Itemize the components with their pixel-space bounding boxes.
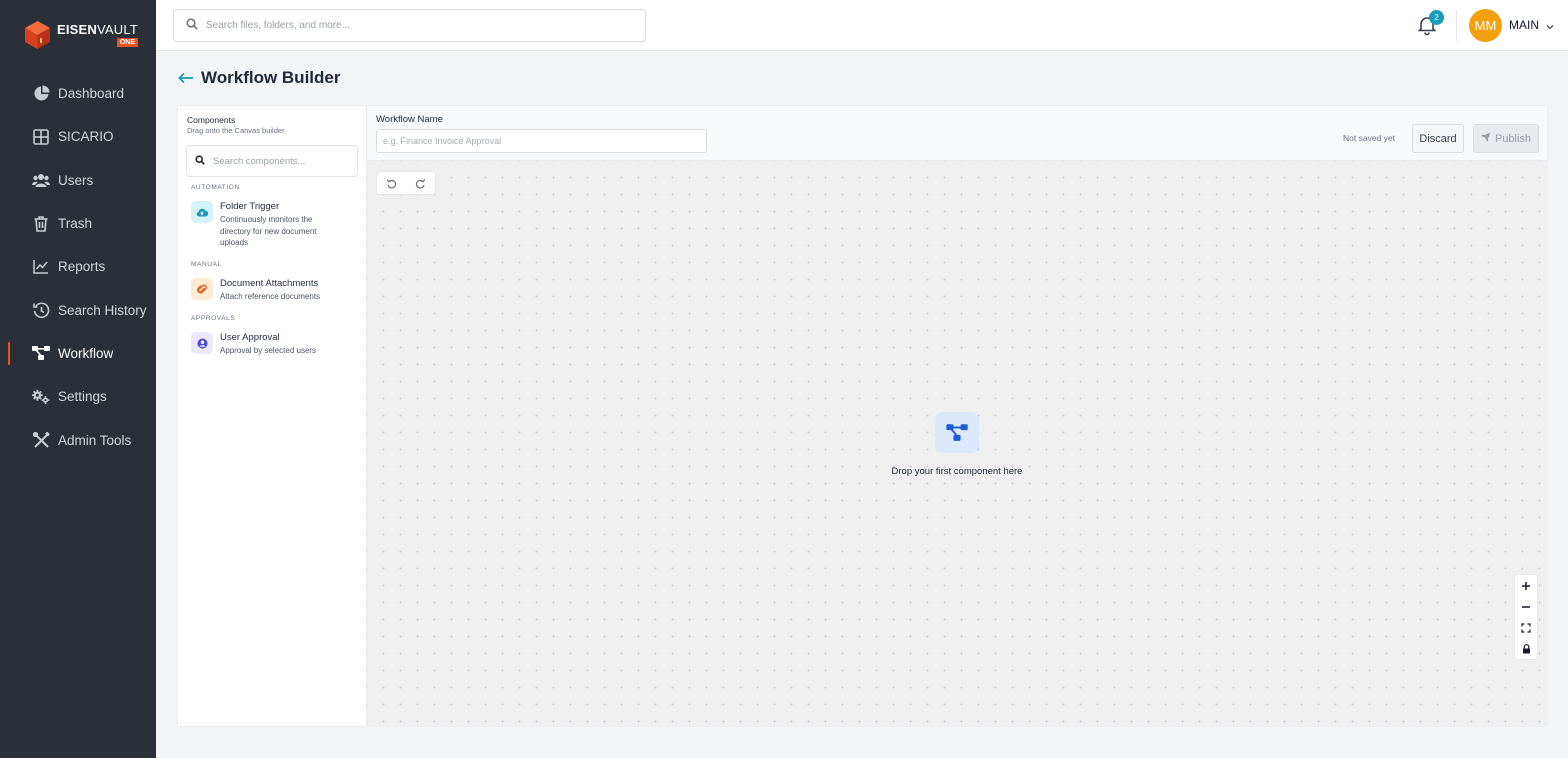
page-header: Workflow Builder — [177, 68, 340, 88]
sidebar-item-search-history[interactable]: Search History — [0, 288, 156, 331]
undo-icon[interactable] — [385, 176, 399, 190]
sidebar-item-dashboard[interactable]: Dashboard — [0, 72, 156, 115]
workflow-name-input[interactable] — [376, 129, 707, 153]
palette-subtitle: Drag onto the Canvas builder — [187, 126, 285, 135]
sidebar-item-label: Users — [58, 172, 94, 188]
fit-view-icon[interactable] — [1515, 617, 1537, 638]
search-icon — [195, 152, 205, 170]
component-name: User Approval — [220, 332, 280, 343]
notification-badge: 2 — [1429, 10, 1444, 25]
workflow-header: Workflow Name Not saved yet Discard Publ… — [367, 106, 1547, 161]
sidebar: EISENVAULT ONE Dashboard SICARIO Users T… — [0, 0, 156, 758]
logo-cube-icon — [25, 21, 50, 49]
lock-icon[interactable] — [1515, 638, 1537, 659]
search-icon — [186, 17, 198, 35]
canvas-area: Workflow Name Not saved yet Discard Publ… — [367, 106, 1547, 726]
workflow-canvas[interactable]: Drop your first component here — [367, 161, 1547, 726]
component-search-input[interactable] — [213, 155, 353, 167]
discard-button[interactable]: Discard — [1412, 124, 1464, 153]
workflow-icon — [32, 344, 50, 362]
rocket-icon — [1481, 132, 1491, 145]
back-arrow-icon[interactable] — [177, 69, 195, 87]
group-label-manual: MANUAL — [191, 261, 222, 268]
sidebar-item-settings[interactable]: Settings — [0, 375, 156, 418]
sidebar-item-trash[interactable]: Trash — [0, 202, 156, 245]
line-chart-icon — [32, 258, 50, 276]
sidebar-item-label: Search History — [58, 302, 147, 318]
sidebar-item-label: Trash — [58, 216, 93, 232]
redo-icon[interactable] — [414, 176, 428, 190]
component-search[interactable] — [186, 145, 358, 177]
topbar: 2 MM MAIN — [156, 0, 1568, 51]
sidebar-item-users[interactable]: Users — [0, 159, 156, 202]
sidebar-item-label: Workflow — [58, 345, 114, 361]
workflow-name-label: Workflow Name — [376, 114, 443, 125]
sidebar-item-workflow[interactable]: Workflow — [0, 332, 156, 375]
brand-logo[interactable]: EISENVAULT ONE — [24, 20, 138, 50]
sidebar-item-admin-tools[interactable]: Admin Tools — [0, 418, 156, 461]
component-folder-trigger[interactable]: Folder Trigger Continuously monitors the… — [191, 201, 361, 249]
avatar[interactable]: MM — [1469, 9, 1502, 42]
publish-button[interactable]: Publish — [1473, 124, 1539, 153]
component-description: Attach reference documents — [220, 292, 321, 301]
save-status: Not saved yet — [1343, 133, 1395, 143]
component-name: Folder Trigger — [220, 201, 280, 212]
zoom-controls — [1515, 575, 1537, 659]
users-icon — [32, 171, 50, 189]
workflow-icon — [935, 412, 979, 453]
chevron-down-icon[interactable] — [1545, 19, 1555, 30]
user-name[interactable]: MAIN — [1509, 18, 1539, 32]
palette-title: Components — [187, 115, 236, 125]
global-search[interactable] — [173, 9, 646, 42]
empty-canvas-message: Drop your first component here — [891, 466, 1023, 477]
sidebar-nav: Dashboard SICARIO Users Trash Reports Se… — [0, 72, 156, 462]
grid-icon — [32, 128, 50, 146]
sidebar-item-sicario[interactable]: SICARIO — [0, 115, 156, 158]
search-input[interactable] — [206, 20, 626, 31]
history-icon — [32, 301, 50, 319]
brand-name: EISENVAULT — [57, 22, 138, 37]
paperclip-icon — [191, 278, 213, 300]
pie-chart-icon — [32, 85, 50, 103]
brand-tag: ONE — [116, 38, 138, 47]
sidebar-item-label: Dashboard — [58, 86, 125, 102]
component-description: Approval by selected users — [220, 346, 317, 355]
user-circle-icon — [191, 332, 213, 354]
sidebar-item-label: Reports — [58, 259, 106, 275]
zoom-in-icon[interactable] — [1515, 575, 1537, 596]
group-label-approvals: APPROVALS — [191, 315, 236, 322]
workflow-builder: Components Drag onto the Canvas builder … — [177, 105, 1548, 727]
component-user-approval[interactable]: User Approval Approval by selected users — [191, 332, 361, 357]
sidebar-item-label: Settings — [58, 389, 107, 405]
topbar-divider — [1456, 10, 1457, 41]
component-document-attachments[interactable]: Document Attachments Attach reference do… — [191, 278, 361, 303]
zoom-out-icon[interactable] — [1515, 596, 1537, 617]
tools-icon — [32, 431, 50, 449]
component-description: Continuously monitors the directory for … — [220, 215, 317, 247]
sidebar-item-label: SICARIO — [58, 129, 114, 145]
component-name: Document Attachments — [220, 278, 319, 289]
trash-icon — [32, 215, 50, 233]
publish-label: Publish — [1494, 132, 1532, 145]
group-label-automation: AUTOMATION — [191, 184, 240, 191]
sidebar-item-label: Admin Tools — [58, 432, 132, 448]
component-palette: Components Drag onto the Canvas builder … — [178, 106, 367, 726]
cloud-upload-icon — [191, 201, 213, 223]
gears-icon — [32, 388, 50, 406]
sidebar-item-reports[interactable]: Reports — [0, 245, 156, 288]
history-toolbar — [376, 171, 436, 195]
page-title: Workflow Builder — [201, 68, 341, 87]
